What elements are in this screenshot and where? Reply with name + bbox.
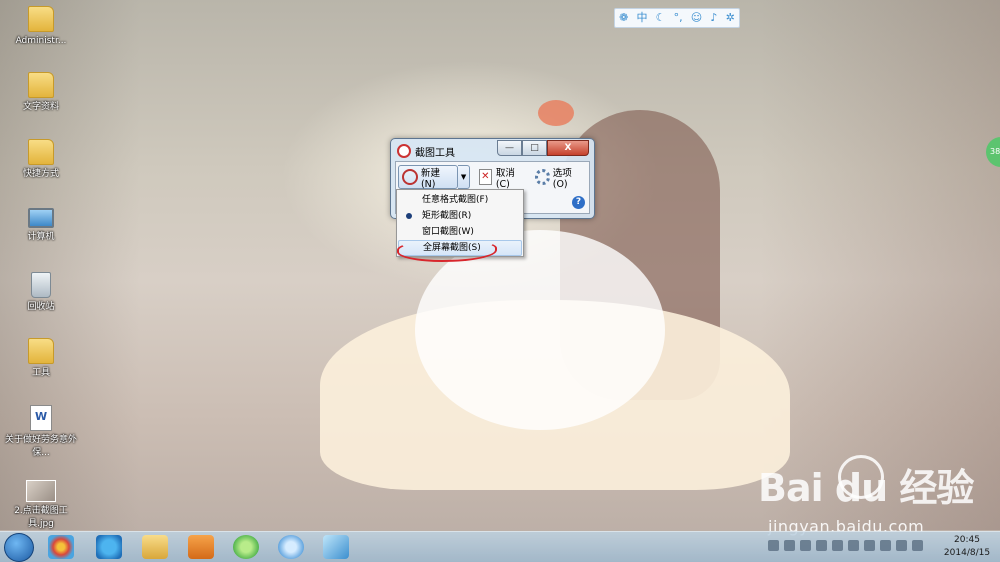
bird-app-icon[interactable] <box>323 535 349 559</box>
desktop-icon-label: 快捷方式 <box>22 169 59 179</box>
selected-radio-icon <box>406 213 412 219</box>
desktop-icon-label: 2.点击截图工具.jpg <box>14 506 68 529</box>
cancel-icon: ✕ <box>478 169 492 185</box>
window-controls: — □ X <box>497 140 589 156</box>
desktop-icon-computer[interactable]: 计算机 <box>0 208 82 244</box>
clock-date: 2014/8/15 <box>943 548 991 558</box>
options-label: 选项(O) <box>552 167 572 190</box>
new-snip-label: 新建(N) <box>420 167 440 190</box>
help-icon[interactable]: ? <box>572 196 585 209</box>
recycle-bin-icon <box>31 272 51 298</box>
tray-flag-icon[interactable] <box>880 540 891 551</box>
folder-icon <box>28 338 54 364</box>
folder-icon <box>28 139 54 165</box>
moon-icon[interactable]: ☾ <box>656 9 666 27</box>
tray-printer-icon[interactable] <box>784 540 795 551</box>
desktop-icon-administrator[interactable]: Administr... <box>0 6 82 48</box>
cancel-button[interactable]: ✕ 取消(C) <box>476 165 530 190</box>
word-document-icon <box>30 405 52 431</box>
desktop-icon-label: 回收站 <box>27 302 55 312</box>
taskbar: 20:45 2014/8/15 <box>0 531 1000 562</box>
desktop-icon-text-materials[interactable]: 文字资料 <box>0 72 82 114</box>
tray-device-icon[interactable] <box>864 540 875 551</box>
start-button[interactable] <box>4 533 34 562</box>
menu-item-label: 矩形截图(R) <box>422 211 472 221</box>
desktop-icon-label: 计算机 <box>27 232 55 242</box>
tray-image-icon[interactable] <box>768 540 779 551</box>
system-tray <box>768 540 923 551</box>
new-snip-icon <box>402 169 418 185</box>
menu-item-free-form[interactable]: 任意格式截图(F) <box>398 192 522 208</box>
window-title-bar[interactable]: 截图工具 <box>397 142 455 160</box>
clock-time: 20:45 <box>954 535 980 545</box>
menu-item-label: 任意格式截图(F) <box>422 195 489 205</box>
tray-monitor-icon[interactable] <box>800 540 811 551</box>
desktop-icon-insurance-doc[interactable]: 关于做好劳务意外保... <box>0 405 82 460</box>
baidu-watermark-logo: Bai du 经验 <box>758 455 988 519</box>
baidu-logo-text: Bai du 经验 <box>758 466 974 510</box>
file-explorer-icon[interactable] <box>142 535 168 559</box>
tray-volume-icon[interactable] <box>912 540 923 551</box>
desktop-icon-label: 工具 <box>31 368 50 378</box>
tray-bluetooth-icon[interactable] <box>848 540 859 551</box>
ime-language-toggle[interactable]: 中 <box>636 9 647 27</box>
image-file-icon <box>26 480 56 502</box>
desktop-icon-label: 文字资料 <box>22 102 59 112</box>
wallpaper-shade-right <box>760 0 1000 530</box>
gear-icon[interactable]: ✲ <box>726 9 735 27</box>
folder-icon <box>28 72 54 98</box>
options-button[interactable]: 选项(O) <box>532 165 588 190</box>
browser-360-icon[interactable] <box>233 535 259 559</box>
tray-network-icon[interactable] <box>896 540 907 551</box>
wallpaper-flower <box>538 100 574 126</box>
window-title: 截图工具 <box>415 147 455 159</box>
chat-app-icon[interactable] <box>278 535 304 559</box>
cancel-label: 取消(C) <box>495 167 515 190</box>
desktop-icon-label: Administr... <box>15 36 67 46</box>
new-snip-button[interactable]: 新建(N) <box>398 165 459 190</box>
options-gear-icon <box>534 169 550 185</box>
photo-app-icon[interactable] <box>48 535 74 559</box>
close-button[interactable]: X <box>547 140 589 156</box>
minimize-button[interactable]: — <box>497 140 522 156</box>
menu-item-rectangular[interactable]: 矩形截图(R) <box>398 208 522 224</box>
menu-item-window[interactable]: 窗口截图(W) <box>398 224 522 240</box>
computer-icon <box>28 208 54 228</box>
punctuation-icon[interactable]: °, <box>674 9 683 27</box>
paw-icon[interactable]: ❁ <box>619 9 628 27</box>
desktop-icon-label: 关于做好劳务意外保... <box>4 435 77 458</box>
ie-browser-icon[interactable] <box>96 535 122 559</box>
scissors-icon <box>397 144 411 158</box>
microphone-icon[interactable]: ♪ <box>710 9 717 27</box>
user-icon[interactable]: ☺ <box>691 9 702 27</box>
snipping-toolbar: 新建(N) ▼ ✕ 取消(C) 选项(O) <box>398 164 587 190</box>
desktop-icon-recycle-bin[interactable]: 回收站 <box>0 272 82 314</box>
new-snip-dropdown-arrow[interactable]: ▼ <box>458 165 470 189</box>
user-folder-icon <box>28 6 54 32</box>
desktop-icon-tools[interactable]: 工具 <box>0 338 82 380</box>
tray-nvidia-icon[interactable] <box>816 540 827 551</box>
maximize-button[interactable]: □ <box>522 140 547 156</box>
media-player-icon[interactable] <box>188 535 214 559</box>
menu-item-label: 窗口截图(W) <box>422 227 474 237</box>
desktop-icon-shortcuts[interactable]: 快捷方式 <box>0 139 82 181</box>
ime-toolbar[interactable]: ❁ 中 ☾ °, ☺ ♪ ✲ <box>614 8 740 28</box>
desktop-icon-jpg[interactable]: 2.点击截图工具.jpg <box>0 480 82 531</box>
taskbar-clock[interactable]: 20:45 2014/8/15 <box>942 534 992 560</box>
tray-plus-icon[interactable] <box>832 540 843 551</box>
